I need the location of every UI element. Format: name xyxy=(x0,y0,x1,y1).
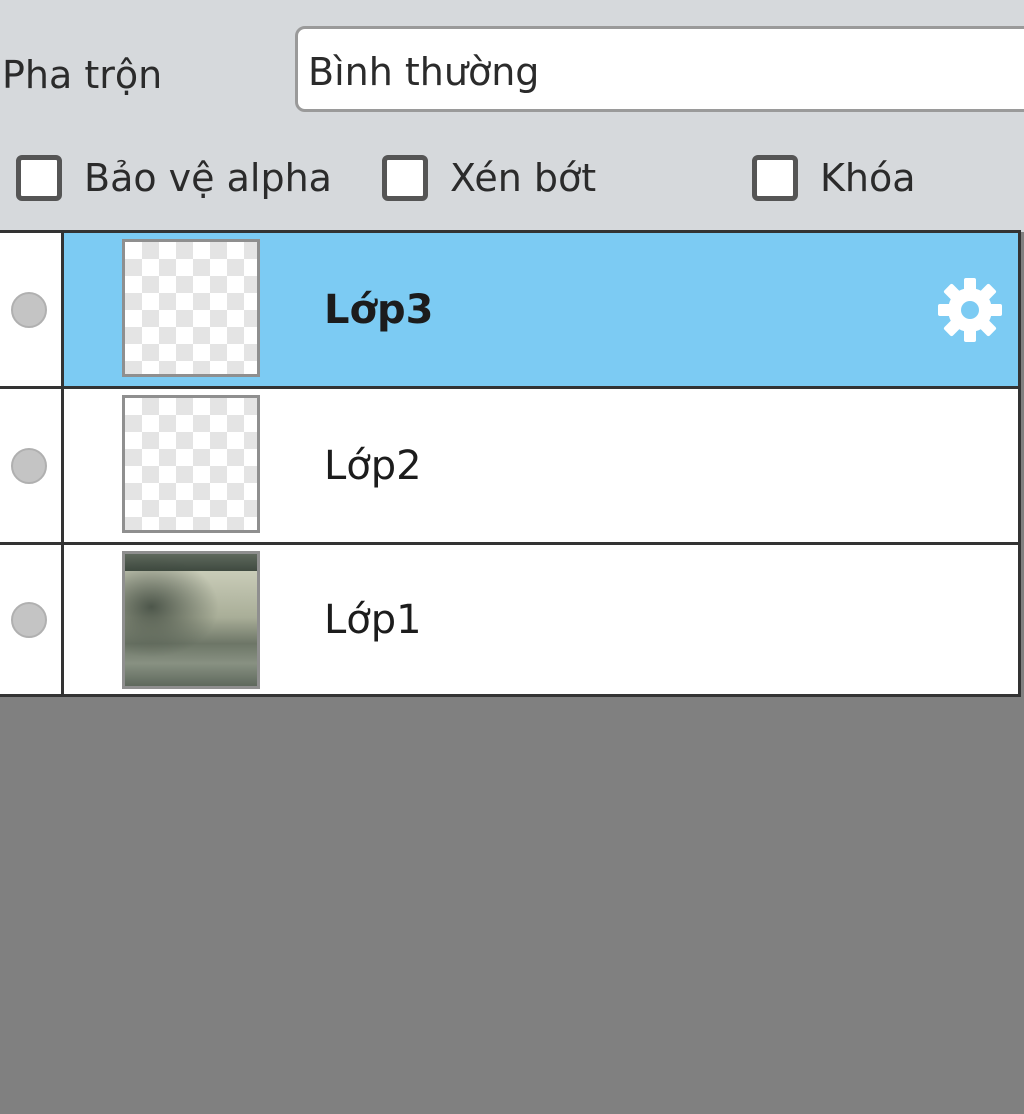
layer-thumbnail xyxy=(122,395,260,533)
layer-gutter xyxy=(0,233,64,386)
clipping-checkbox[interactable]: Xén bớt xyxy=(382,150,596,206)
layer-name: Lớp3 xyxy=(324,286,434,333)
layer-list: Lớp3 Lớp2 Lớp1 xyxy=(0,230,1021,697)
lock-checkbox-box[interactable] xyxy=(752,155,798,201)
visibility-toggle-icon[interactable] xyxy=(11,447,47,484)
layer-thumbnail xyxy=(122,551,260,689)
gear-icon[interactable] xyxy=(934,274,1006,346)
layer-gutter xyxy=(0,389,64,542)
layer-properties-panel: Pha trộn Bình thường Bảo vệ alpha Xén bớ… xyxy=(0,0,1024,232)
visibility-toggle-icon[interactable] xyxy=(11,291,47,328)
protect-alpha-label: Bảo vệ alpha xyxy=(84,156,332,200)
visibility-toggle-icon[interactable] xyxy=(11,601,47,638)
clipping-checkbox-box[interactable] xyxy=(382,155,428,201)
blend-mode-label: Pha trộn xyxy=(2,53,163,97)
layer-row-body[interactable]: Lớp1 xyxy=(64,545,1021,694)
protect-alpha-checkbox-box[interactable] xyxy=(16,155,62,201)
layer-row-1[interactable]: Lớp1 xyxy=(0,545,1021,697)
layer-name: Lớp2 xyxy=(324,442,422,489)
layer-name: Lớp1 xyxy=(324,596,422,643)
layer-row-body[interactable]: Lớp2 xyxy=(64,389,1021,542)
protect-alpha-checkbox[interactable]: Bảo vệ alpha xyxy=(16,150,332,206)
lock-checkbox[interactable]: Khóa xyxy=(752,150,916,206)
blend-mode-value: Bình thường xyxy=(308,50,540,94)
blend-mode-select[interactable]: Bình thường xyxy=(295,26,1024,112)
layer-row-3[interactable]: Lớp3 xyxy=(0,233,1021,389)
layer-row-body[interactable]: Lớp3 xyxy=(64,233,1021,386)
lock-label: Khóa xyxy=(820,156,916,200)
clipping-label: Xén bớt xyxy=(450,156,597,200)
layer-thumbnail xyxy=(122,239,260,377)
layer-gutter xyxy=(0,545,64,694)
layer-row-2[interactable]: Lớp2 xyxy=(0,389,1021,545)
